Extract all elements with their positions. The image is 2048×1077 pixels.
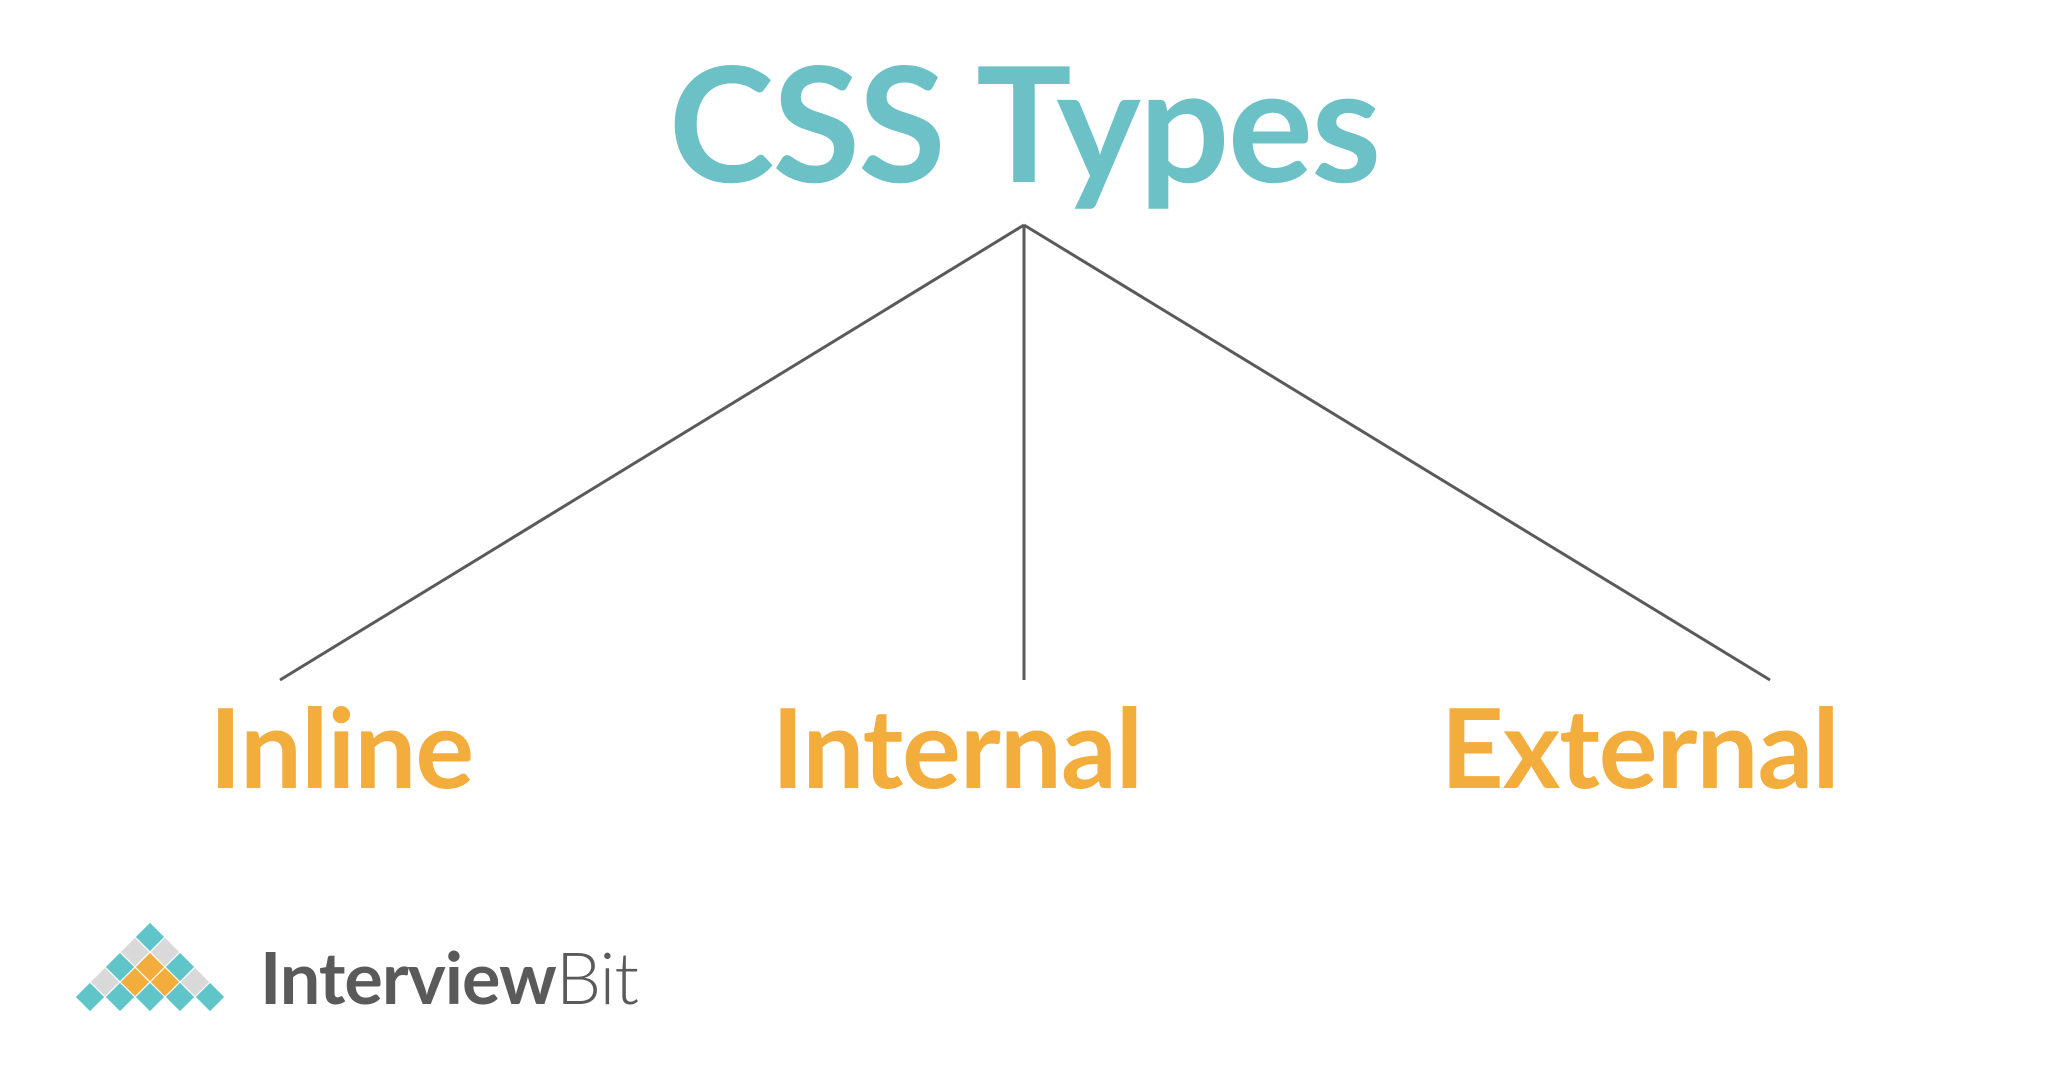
- diagram-child-internal: Internal: [772, 680, 1143, 812]
- brand-logo: InterviewBit: [60, 917, 638, 1037]
- diagram-child-external: External: [1441, 680, 1839, 812]
- diagram-children-row: Inline Internal External: [0, 680, 2048, 812]
- brand-name: InterviewBit: [260, 934, 638, 1020]
- brand-name-light: Bit: [556, 934, 638, 1020]
- brand-pyramid-icon: [60, 917, 240, 1037]
- brand-name-bold: Interview: [260, 934, 556, 1020]
- diagram-child-inline: Inline: [209, 680, 473, 812]
- diagram-root-title: CSS Types: [669, 25, 1380, 217]
